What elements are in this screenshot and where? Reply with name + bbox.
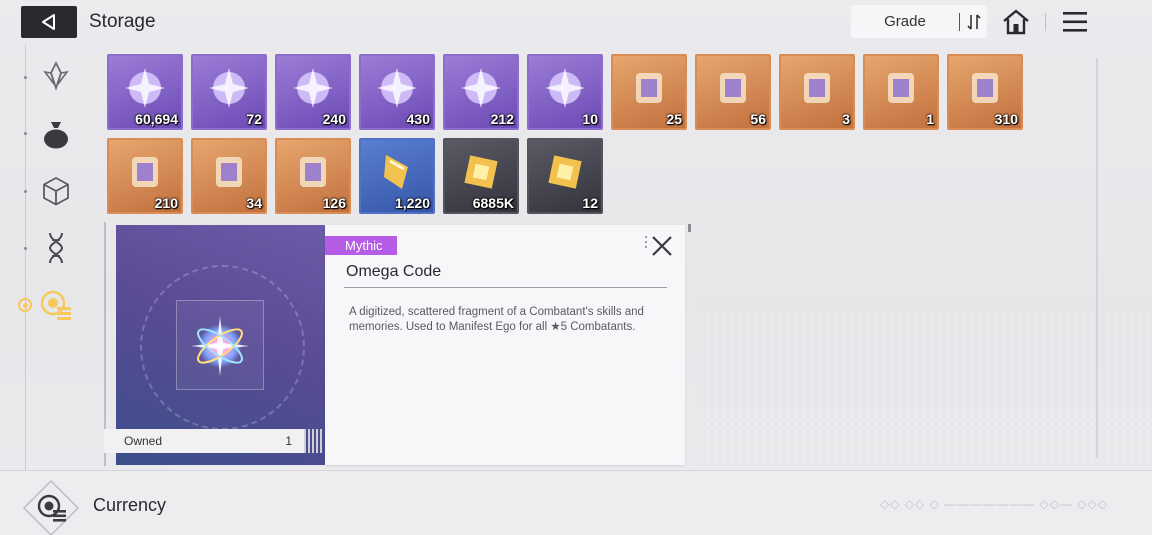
purple-flower-icon (957, 62, 1013, 114)
item-quantity: 430 (406, 111, 430, 127)
sort-dropdown[interactable]: Grade (851, 13, 959, 30)
canister-icon (537, 146, 593, 198)
card-icon (789, 62, 845, 114)
inventory-slot[interactable]: 12 (527, 138, 603, 214)
item-quantity: 212 (490, 111, 514, 127)
item-quantity: 240 (322, 111, 346, 127)
item-quantity: 25 (666, 111, 682, 127)
dna-icon (48, 232, 64, 264)
inventory-slot[interactable]: 1 (863, 54, 939, 130)
item-quantity: 1,220 (394, 195, 430, 211)
item-detail-info: Mythic Omega Code A digitized, scattered… (325, 225, 685, 465)
item-quantity: 60,694 (135, 111, 178, 127)
sort-order-icon (966, 13, 981, 30)
inventory-slot[interactable]: 240 (275, 54, 351, 130)
sidebar-dot (24, 76, 27, 79)
purple-chest-icon (117, 146, 173, 198)
home-icon (1003, 9, 1029, 35)
item-quantity: 3 (842, 111, 850, 127)
purple-chest-small-icon (201, 146, 257, 198)
dark-gear-orb-icon (285, 146, 341, 198)
gold-gem-icon (453, 146, 509, 198)
item-quantity: 210 (154, 195, 178, 211)
sidebar-dot (24, 247, 27, 250)
back-arrow-icon (42, 14, 55, 30)
inventory-slot[interactable]: 126 (275, 138, 351, 214)
currency-coin-icon (22, 479, 80, 535)
item-detail-panel: Owned 1 Mythic Omega Code A digitized, s… (104, 222, 691, 466)
inventory-slot[interactable]: 430 (359, 54, 435, 130)
sidebar-dot (24, 132, 27, 135)
sort-order-button[interactable] (960, 13, 987, 30)
home-button[interactable] (1001, 8, 1031, 41)
green-cube-icon (369, 62, 425, 114)
inventory-slot[interactable]: 72 (191, 54, 267, 130)
device-icon (873, 62, 929, 114)
sidebar-item-cube[interactable] (38, 173, 74, 209)
medal-coin-icon (537, 62, 593, 114)
inventory-slot[interactable]: 210 (107, 138, 183, 214)
inventory-slot[interactable]: 10 (527, 54, 603, 130)
item-quantity: 12 (582, 195, 598, 211)
inventory-slot[interactable]: 25 (611, 54, 687, 130)
sort-control[interactable]: Grade (851, 5, 987, 38)
sidebar-item-crystal[interactable] (38, 58, 74, 94)
item-quantity: 34 (246, 195, 262, 211)
close-icon (652, 236, 672, 256)
decorative-pattern: ◇◇ ◇◇ ◇ ——————— ◇◇— ◇◇◇ (880, 497, 1108, 511)
item-description: A digitized, scattered fragment of a Com… (349, 306, 644, 333)
inventory-slot[interactable]: 6885K (443, 138, 519, 214)
footer-bar: Currency ◇◇ ◇◇ ◇ ——————— ◇◇— ◇◇◇ (0, 470, 1152, 535)
back-button[interactable] (21, 6, 77, 38)
scrollbar-track[interactable] (1096, 58, 1098, 458)
item-quantity: 72 (246, 111, 262, 127)
item-quantity: 10 (582, 111, 598, 127)
item-name: Omega Code (346, 263, 442, 280)
owned-value: 1 (285, 434, 292, 448)
gold-ribbon-icon (369, 146, 425, 198)
currency-coin-icon (40, 290, 71, 320)
sidebar-dot (24, 190, 27, 193)
omega-code-icon (191, 316, 249, 376)
orange-orb-ring-icon (285, 62, 341, 114)
camera-icon (453, 62, 509, 114)
inventory-slot[interactable]: 212 (443, 54, 519, 130)
close-button[interactable] (649, 233, 675, 259)
item-quantity: 56 (750, 111, 766, 127)
ribbon-icon (705, 62, 761, 114)
inventory-slot[interactable]: 310 (947, 54, 1023, 130)
sidebar-item-pouch[interactable] (38, 116, 74, 152)
inventory-slot[interactable]: 34 (191, 138, 267, 214)
footer-title: Currency (93, 495, 167, 515)
item-quantity: 1 (926, 111, 934, 127)
cube-icon (43, 176, 69, 206)
owned-count-bar: Owned 1 (104, 429, 304, 453)
sidebar-item-dna[interactable] (38, 230, 74, 266)
item-quantity: 310 (994, 111, 1018, 127)
hourglass-icon (621, 62, 677, 114)
menu-button[interactable] (1062, 10, 1088, 39)
crystal-icon (43, 60, 69, 91)
footer-currency-emblem (22, 479, 80, 535)
pouch-icon (44, 122, 68, 149)
hamburger-menu-icon (1063, 12, 1087, 32)
item-quantity: 6885K (472, 195, 514, 211)
sidebar-active-indicator (18, 298, 32, 312)
sidebar-item-currency[interactable] (38, 287, 74, 323)
inventory-slot[interactable]: 1,220 (359, 138, 435, 214)
owned-label: Owned (124, 434, 163, 448)
inventory-slot[interactable]: 60,694 (107, 54, 183, 130)
rarity-badge: Mythic (325, 236, 397, 255)
page-title: Storage (89, 11, 156, 32)
inventory-slot[interactable]: 3 (779, 54, 855, 130)
item-quantity: 126 (322, 195, 346, 211)
inventory-slot[interactable]: 56 (695, 54, 771, 130)
star-crystal-icon (117, 62, 173, 114)
orb-ring-icon (201, 62, 257, 114)
